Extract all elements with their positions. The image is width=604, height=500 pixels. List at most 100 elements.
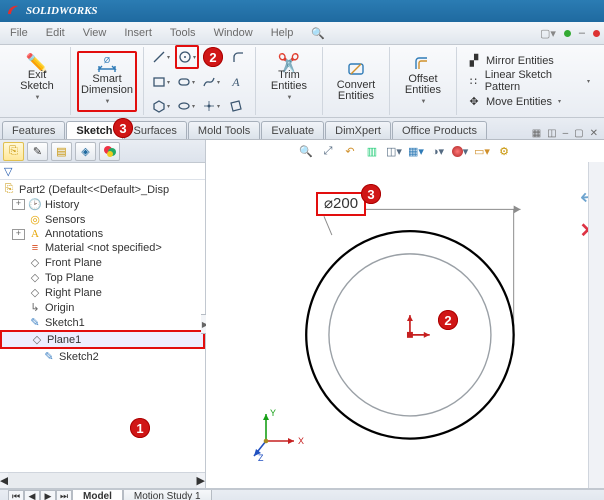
tree-material[interactable]: ≡ Material <not specified> <box>0 241 205 255</box>
chevron-down-icon[interactable]: ▼ <box>105 97 111 108</box>
move-icon: ✥ <box>467 95 481 108</box>
chevron-down-icon[interactable]: ▾ <box>587 78 590 85</box>
bottom-bar: ⏮ ◀ ▶ ⏭ Model Motion Study 1 <box>0 489 604 500</box>
bottom-tab-motion[interactable]: Motion Study 1 <box>123 490 212 500</box>
menu-help[interactable]: Help <box>265 25 300 41</box>
scroll-left-icon[interactable]: ◀ <box>0 474 8 487</box>
menu-file[interactable]: File <box>4 25 34 41</box>
new-doc-icon[interactable]: ▢▾ <box>540 27 556 40</box>
point-tool-icon[interactable]: ▾ <box>200 95 222 117</box>
tree-sketch1[interactable]: ✎ Sketch1 <box>0 315 205 330</box>
fm-tab-property-manager[interactable]: ✎ <box>27 142 48 161</box>
exit-sketch-label: Exit Sketch <box>20 70 54 92</box>
menu-insert[interactable]: Insert <box>118 25 158 41</box>
tile-icon[interactable]: ▦ <box>532 128 541 139</box>
callout-marker-2: 2 <box>203 47 223 67</box>
fillet-tool-icon[interactable] <box>227 46 249 68</box>
menu-edit[interactable]: Edit <box>40 25 71 41</box>
menu-view[interactable]: View <box>77 25 113 41</box>
plane-tool-icon[interactable] <box>225 95 247 117</box>
scroll-right-icon[interactable]: ▶ <box>197 474 205 487</box>
tree-right-plane[interactable]: ◇ Right Plane <box>0 285 205 300</box>
tree-root[interactable]: ⎘ Part2 (Default<<Default>_Disp <box>0 182 205 197</box>
tab-nav-last-icon[interactable]: ⏭ <box>56 490 72 500</box>
chevron-down-icon[interactable]: ▾ <box>558 98 561 105</box>
scene-icon[interactable]: ▭▾ <box>473 142 491 160</box>
tree-plane1[interactable]: ◇ Plane1 <box>0 330 205 349</box>
text-tool-icon[interactable]: A <box>225 71 247 93</box>
tree-origin[interactable]: ↳ Origin <box>0 300 205 315</box>
linear-pattern-button[interactable]: ∷ Linear Sketch Pattern ▾ <box>463 68 594 94</box>
history-icon: 🕑 <box>28 198 42 211</box>
convert-label: Convert Entities <box>337 80 376 102</box>
tab-nav-first-icon[interactable]: ⏮ <box>8 490 24 500</box>
menu-tools[interactable]: Tools <box>164 25 202 41</box>
sketch-exit-group: ✏️ Exit Sketch ▼ <box>4 47 71 115</box>
rectangle-tool-icon[interactable]: ▾ <box>150 71 172 93</box>
exit-sketch-button[interactable]: ✏️ Exit Sketch ▼ <box>10 55 64 107</box>
tab-surfaces[interactable]: Surfaces <box>124 121 187 139</box>
offset-entities-button[interactable]: Offset Entities ▼ <box>396 52 450 111</box>
title-bar: SOLIDWORKS <box>0 0 604 22</box>
ellipse-tool-icon[interactable]: ▾ <box>175 95 197 117</box>
sketch-canvas[interactable]: ⌀200 3 2 ↩ ✕ X Y Z <box>206 162 604 488</box>
prev-view-icon[interactable]: ↶ <box>341 142 359 160</box>
view-triad: X Y Z <box>246 406 306 463</box>
search-icon[interactable]: 🔍 <box>305 25 331 42</box>
tree-history[interactable]: + 🕑 History <box>0 197 205 212</box>
spline-tool-icon[interactable]: ▾ <box>200 71 222 93</box>
fm-tab-dimxpert[interactable]: ◈ <box>75 142 96 161</box>
tab-mold-tools[interactable]: Mold Tools <box>188 121 260 139</box>
view-settings-icon[interactable]: ⚙ <box>495 142 513 160</box>
mirror-entities-button[interactable]: ▞ Mirror Entities <box>463 53 594 68</box>
maximize-icon[interactable]: ▢ <box>574 128 583 139</box>
cascade-icon[interactable]: ◫ <box>547 128 556 139</box>
dimension-group: Ø Smart Dimension ▼ <box>71 47 144 115</box>
appearance-icon[interactable]: ▾ <box>451 142 469 160</box>
move-entities-button[interactable]: ✥ Move Entities ▾ <box>463 94 594 109</box>
chevron-down-icon[interactable]: ▼ <box>35 93 41 104</box>
circle-tool-icon[interactable]: ▾ <box>175 45 199 69</box>
line-tool-icon[interactable]: ▾ <box>150 46 172 68</box>
tab-office-products[interactable]: Office Products <box>392 121 487 139</box>
fm-hscroll[interactable]: ◀ ▶ <box>0 472 205 488</box>
expand-icon[interactable]: + <box>12 199 25 210</box>
smart-dimension-button[interactable]: Ø Smart Dimension ▼ <box>77 51 137 112</box>
tab-features[interactable]: Features <box>2 121 65 139</box>
viewport-vscroll[interactable] <box>588 162 604 488</box>
zoom-fit-icon[interactable]: 🔍 <box>297 142 315 160</box>
tree-annotations[interactable]: + A Annotations <box>0 227 205 241</box>
tab-evaluate[interactable]: Evaluate <box>261 121 324 139</box>
trim-entities-button[interactable]: ✂️ Trim Entities ▼ <box>262 55 316 107</box>
hide-show-icon[interactable]: ◑▾ <box>429 142 447 160</box>
view-orient-icon[interactable]: ◫▾ <box>385 142 403 160</box>
fm-tab-config-manager[interactable]: ▤ <box>51 142 72 161</box>
close-icon[interactable]: ✕ <box>590 128 598 139</box>
chevron-down-icon[interactable]: ▼ <box>286 93 292 104</box>
tree-sketch2[interactable]: ✎ Sketch2 <box>0 349 205 364</box>
bottom-tab-model[interactable]: Model <box>72 490 123 500</box>
fm-filter[interactable]: ▽ <box>0 163 205 180</box>
polygon-tool-icon[interactable]: ▾ <box>150 95 172 117</box>
section-view-icon[interactable]: ▥ <box>363 142 381 160</box>
tab-nav-prev-icon[interactable]: ◀ <box>24 490 40 500</box>
zoom-area-icon[interactable]: ⤢ <box>319 142 337 160</box>
tab-nav-next-icon[interactable]: ▶ <box>40 490 56 500</box>
display-style-icon[interactable]: ▦▾ <box>407 142 425 160</box>
tree-top-plane[interactable]: ◇ Top Plane <box>0 270 205 285</box>
part-icon: ⎘ <box>2 183 16 196</box>
slot-tool-icon[interactable]: ▾ <box>175 71 197 93</box>
menu-window[interactable]: Window <box>208 25 259 41</box>
fm-tab-display-manager[interactable] <box>99 142 120 161</box>
graphics-viewport[interactable]: 🔍 ⤢ ↶ ▥ ◫▾ ▦▾ ◑▾ ▾ ▭▾ ⚙ <box>206 140 604 488</box>
fm-tab-feature-tree[interactable]: ⎘ <box>3 142 24 161</box>
convert-entities-button[interactable]: Convert Entities <box>329 58 383 105</box>
tree-front-plane[interactable]: ◇ Front Plane <box>0 255 205 270</box>
minimize-icon[interactable]: – <box>563 128 569 139</box>
status-green-icon <box>564 30 571 37</box>
dimension-label[interactable]: ⌀200 <box>316 192 366 216</box>
tab-dimxpert[interactable]: DimXpert <box>325 121 391 139</box>
chevron-down-icon[interactable]: ▼ <box>420 97 426 108</box>
tree-sensors[interactable]: ◎ Sensors <box>0 212 205 227</box>
expand-icon[interactable]: + <box>12 229 25 240</box>
